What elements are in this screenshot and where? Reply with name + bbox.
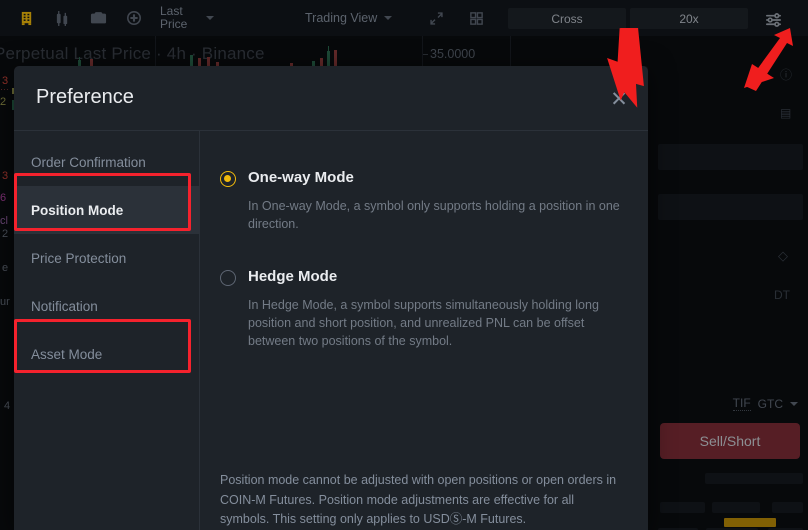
radio-one-way-mode[interactable] bbox=[220, 171, 236, 187]
sidebar-item-asset-mode[interactable]: Asset Mode bbox=[14, 330, 199, 378]
position-mode-note: Position mode cannot be adjusted with op… bbox=[220, 471, 620, 530]
sidebar-item-notification[interactable]: Notification bbox=[14, 282, 199, 330]
sidebar-item-price-protection[interactable]: Price Protection bbox=[14, 234, 199, 282]
sidebar-item-label: Order Confirmation bbox=[31, 155, 146, 170]
sidebar-item-label: Price Protection bbox=[31, 251, 126, 266]
dialog-sidebar: Order Confirmation Position Mode Price P… bbox=[14, 131, 200, 530]
radio-hedge-mode[interactable] bbox=[220, 270, 236, 286]
sidebar-item-order-confirmation[interactable]: Order Confirmation bbox=[14, 138, 199, 186]
sidebar-item-label: Asset Mode bbox=[31, 347, 102, 362]
option-description: In Hedge Mode, a symbol supports simulta… bbox=[248, 296, 622, 350]
dialog-content: One-way Mode In One-way Mode, a symbol o… bbox=[200, 131, 648, 530]
option-title: Hedge Mode bbox=[248, 268, 622, 286]
dialog-body: Order Confirmation Position Mode Price P… bbox=[14, 131, 648, 530]
dialog-header: Preference ✕ bbox=[14, 66, 648, 131]
option-title: One-way Mode bbox=[248, 169, 622, 187]
option-description: In One-way Mode, a symbol only supports … bbox=[248, 197, 622, 233]
sidebar-item-position-mode[interactable]: Position Mode bbox=[14, 186, 199, 234]
close-icon[interactable]: ✕ bbox=[604, 84, 634, 114]
option-one-way-mode[interactable]: One-way Mode In One-way Mode, a symbol o… bbox=[220, 169, 622, 233]
sidebar-item-label: Position Mode bbox=[31, 203, 123, 218]
sidebar-item-label: Notification bbox=[31, 299, 98, 314]
option-hedge-mode[interactable]: Hedge Mode In Hedge Mode, a symbol suppo… bbox=[220, 268, 622, 350]
dialog-title: Preference bbox=[36, 86, 134, 109]
preference-dialog: Preference ✕ Order Confirmation Position… bbox=[14, 66, 648, 530]
